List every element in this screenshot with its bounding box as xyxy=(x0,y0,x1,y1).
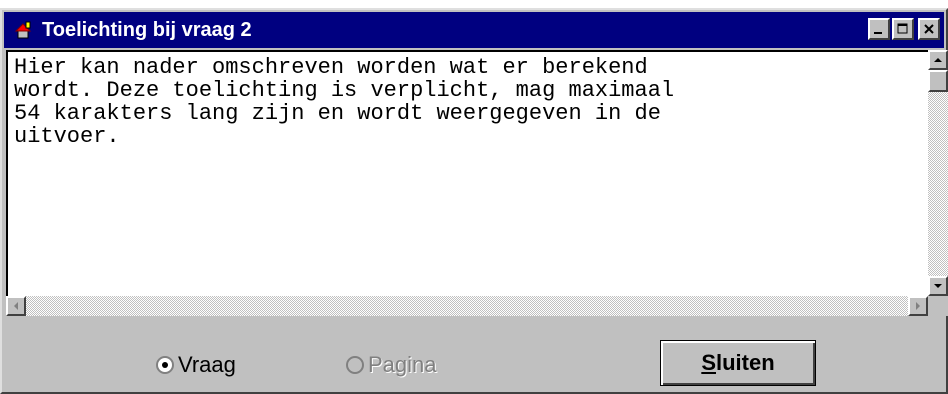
radio-circle xyxy=(156,356,174,374)
radio-selected-dot xyxy=(162,362,168,368)
scroll-down-button[interactable] xyxy=(928,276,948,296)
title-bar[interactable]: Toelichting bij vraag 2 xyxy=(4,12,944,48)
minimize-button[interactable] xyxy=(868,18,890,40)
scroll-up-button[interactable] xyxy=(928,50,948,70)
triangle-down-icon xyxy=(934,284,942,288)
scroll-right-button[interactable] xyxy=(908,296,928,316)
triangle-right-icon xyxy=(916,302,920,310)
description-text-area[interactable]: Hier kan nader omschreven worden wat er … xyxy=(6,50,928,296)
triangle-left-icon xyxy=(14,302,18,310)
sluiten-mnemonic: S xyxy=(701,350,716,375)
text-line: Hier kan nader omschreven worden wat er … xyxy=(14,55,648,80)
window-title: Toelichting bij vraag 2 xyxy=(42,18,252,41)
app-icon[interactable] xyxy=(12,18,36,42)
close-window-button[interactable] xyxy=(918,18,940,40)
radio-vraag-label: Vraag xyxy=(178,352,236,377)
vertical-scrollbar[interactable] xyxy=(928,50,948,296)
title-buttons xyxy=(868,18,940,40)
radio-pagina[interactable]: Pagina xyxy=(346,352,437,378)
text-line: 54 karakters lang zijn en wordt weergege… xyxy=(14,101,661,126)
options-panel: Vraag Pagina Sluiten xyxy=(4,316,944,390)
scroll-left-button[interactable] xyxy=(6,296,26,316)
dialog-window: Toelichting bij vraag 2 Hier kan nader o… xyxy=(0,8,948,394)
text-line: wordt. Deze toelichting is verplicht, ma… xyxy=(14,78,675,103)
maximize-button[interactable] xyxy=(892,18,914,40)
description-text: Hier kan nader omschreven worden wat er … xyxy=(14,56,674,148)
triangle-up-icon xyxy=(934,58,942,62)
text-line: uitvoer. xyxy=(14,124,120,149)
sluiten-button[interactable]: Sluiten xyxy=(660,340,816,386)
sluiten-label: luiten xyxy=(716,350,775,375)
vertical-scroll-thumb[interactable] xyxy=(928,70,948,92)
radio-vraag[interactable]: Vraag xyxy=(156,352,236,378)
radio-circle xyxy=(346,356,364,374)
scrollbar-corner xyxy=(928,296,948,316)
radio-pagina-label: Pagina xyxy=(368,352,437,377)
horizontal-scrollbar[interactable] xyxy=(6,296,928,316)
